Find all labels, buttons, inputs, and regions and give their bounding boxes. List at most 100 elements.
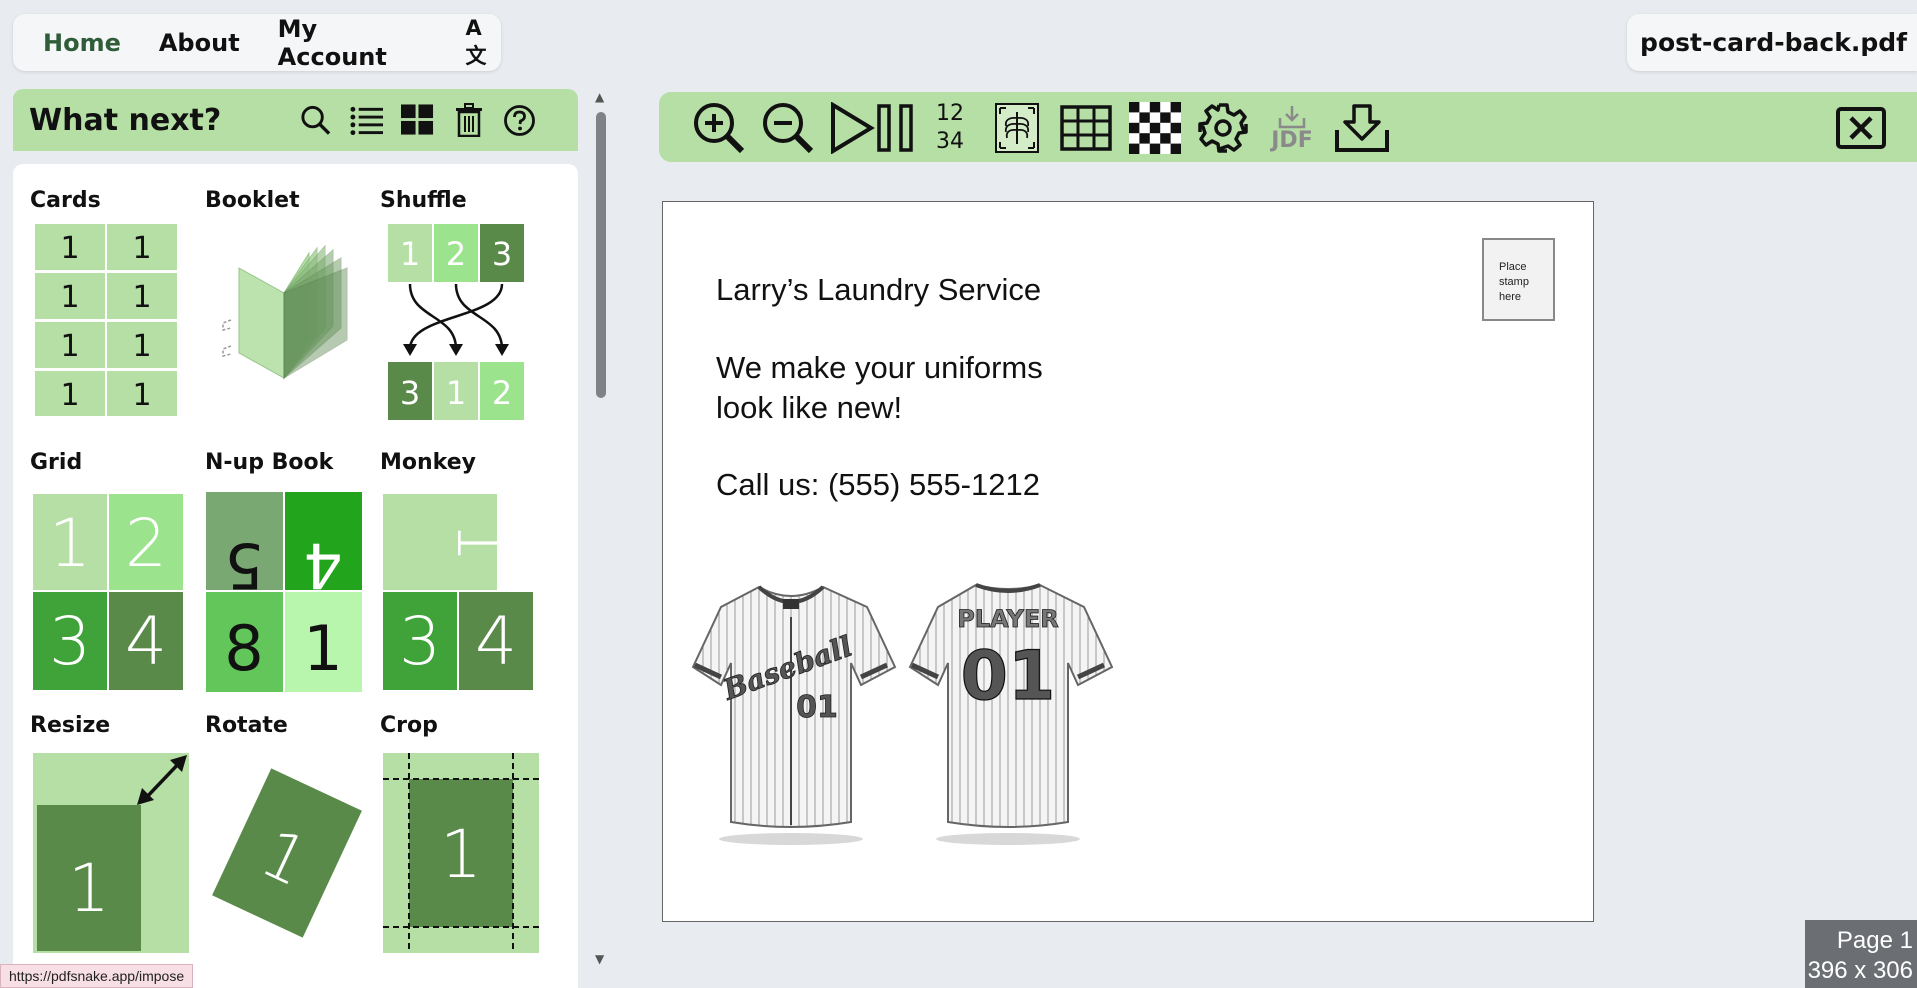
tile-label: Grid [30, 450, 83, 475]
booklet-thumbnail [222, 244, 348, 380]
nup-book-thumbnail: 5 4 8 1 [206, 492, 362, 692]
tile-label: Shuffle [380, 188, 467, 213]
tile-nup-book[interactable]: N-up Book 5 4 8 1 [205, 450, 375, 692]
tile-label: Rotate [205, 713, 288, 738]
nup-digit: 4 [303, 529, 342, 602]
search-icon[interactable] [299, 104, 332, 137]
shuffle-digit: 3 [492, 235, 512, 273]
panel-scrollbar[interactable]: ▲ ▼ [590, 90, 612, 970]
page-numbers-top: 12 [936, 101, 964, 126]
page-size-label: 396 x 306 [1807, 957, 1913, 984]
trash-icon[interactable] [452, 103, 485, 137]
stamp-text: Place [1499, 261, 1527, 273]
document-filename: post-card-back.pdf [1627, 14, 1917, 71]
monkey-digit: 4 [475, 603, 517, 680]
jersey2-name: PLAYER [957, 605, 1058, 633]
cards-digit: 1 [60, 280, 79, 315]
nav-home-link[interactable]: Home [43, 29, 121, 57]
tile-label: N-up Book [205, 450, 334, 475]
viewer-toolbar: 12 34 JDF [659, 92, 1917, 162]
tile-label: Monkey [380, 450, 476, 475]
scroll-down-icon[interactable]: ▼ [595, 952, 604, 966]
download-icon[interactable] [1332, 100, 1392, 156]
nup-digit: 8 [224, 612, 263, 685]
page-preview: Larry’s Laundry Service We make your uni… [662, 201, 1594, 922]
language-icon[interactable]: A文 [465, 16, 501, 70]
cards-digit: 1 [132, 378, 151, 413]
rotate-thumbnail: 1 [212, 768, 362, 938]
help-icon[interactable] [503, 104, 536, 137]
page-info-badge: Page 1 396 x 306 [1805, 920, 1917, 988]
tile-monkey[interactable]: Monkey 1 3 4 [380, 450, 550, 690]
tile-rotate[interactable]: Rotate 1 [205, 713, 375, 938]
xray-icon[interactable] [993, 100, 1041, 156]
cards-thumbnail: 1 1 1 1 1 1 1 1 [33, 222, 179, 418]
monkey-digit: 1 [442, 521, 519, 563]
jersey1-number: 01 [796, 690, 838, 725]
nav-my-account-link[interactable]: My Account [278, 15, 428, 71]
tile-resize[interactable]: Resize 1 [30, 713, 200, 953]
baseball-jersey-front-image: Baseball 01 [691, 585, 897, 845]
stamp-text: stamp [1499, 276, 1529, 288]
grid-icon[interactable] [401, 104, 434, 137]
nup-digit: 5 [224, 529, 263, 602]
shuffle-digit: 3 [400, 374, 420, 412]
tile-cards[interactable]: Cards 1 1 1 1 1 1 1 1 [30, 188, 200, 418]
tagline-line1: We make your uniforms [716, 350, 1043, 385]
jdf-label: JDF [1271, 128, 1313, 153]
page-numbers-bottom: 34 [936, 129, 964, 154]
table-icon[interactable] [1060, 100, 1112, 156]
nup-digit: 1 [303, 612, 342, 685]
cards-digit: 1 [132, 280, 151, 315]
what-next-title: What next? [29, 102, 222, 138]
company-name: Larry’s Laundry Service [716, 272, 1042, 307]
cards-digit: 1 [132, 329, 151, 364]
status-url: https://pdfsnake.app/impose [0, 964, 194, 988]
monkey-digit: 3 [399, 603, 441, 680]
phone-number: Call us: (555) 555-1212 [716, 467, 1040, 502]
tile-label: Booklet [205, 188, 300, 213]
stamp-box: Place stamp here [1482, 238, 1555, 321]
shuffle-digit: 1 [446, 374, 466, 412]
crop-digit: 1 [440, 816, 482, 893]
page-numbers-icon[interactable]: 12 34 [930, 100, 970, 156]
jdf-icon[interactable]: JDF [1264, 100, 1320, 156]
what-next-header: What next? [13, 89, 578, 151]
scroll-up-icon[interactable]: ▲ [595, 90, 604, 104]
grid-digit: 1 [49, 505, 91, 582]
tile-booklet[interactable]: Booklet [205, 188, 375, 380]
settings-icon[interactable] [1197, 100, 1249, 156]
tile-grid[interactable]: Grid 1 2 3 4 [30, 450, 200, 690]
grid-digit: 4 [125, 603, 167, 680]
shuffle-digit: 2 [446, 235, 466, 273]
jersey2-number: 01 [961, 637, 1056, 716]
zoom-out-icon[interactable] [760, 100, 816, 156]
cards-digit: 1 [60, 231, 79, 266]
crop-thumbnail: 1 [383, 753, 539, 953]
close-icon[interactable] [1835, 100, 1887, 156]
baseball-jersey-back-image: PLAYER 01 [908, 583, 1114, 845]
grid-digit: 3 [49, 603, 91, 680]
checker-icon[interactable] [1129, 100, 1181, 156]
stamp-text: here [1499, 291, 1522, 303]
tile-label: Resize [30, 713, 111, 738]
tile-shuffle[interactable]: Shuffle 1 2 3 3 1 2 [380, 188, 550, 420]
play-pause-icon[interactable] [829, 100, 921, 156]
cards-digit: 1 [132, 231, 151, 266]
grid-thumbnail: 1 2 3 4 [33, 494, 183, 690]
grid-digit: 2 [125, 505, 167, 582]
nav-about-link[interactable]: About [159, 29, 240, 57]
list-icon[interactable] [350, 104, 384, 137]
shuffle-digit: 2 [492, 374, 512, 412]
zoom-in-icon[interactable] [691, 100, 747, 156]
tagline-line2: look like new! [716, 390, 903, 425]
tile-crop[interactable]: Crop 1 [380, 713, 550, 953]
tile-label: Crop [380, 713, 438, 738]
shuffle-digit: 1 [400, 235, 420, 273]
scrollbar-thumb[interactable] [596, 112, 606, 398]
cards-digit: 1 [60, 378, 79, 413]
impose-options-panel: Cards 1 1 1 1 1 1 1 1 Booklet Shuffle 1 2 3 … [13, 164, 578, 988]
top-nav: Home About My Account A文 [13, 14, 501, 71]
monkey-thumbnail: 1 3 4 [383, 494, 533, 690]
tile-label: Cards [30, 188, 101, 213]
